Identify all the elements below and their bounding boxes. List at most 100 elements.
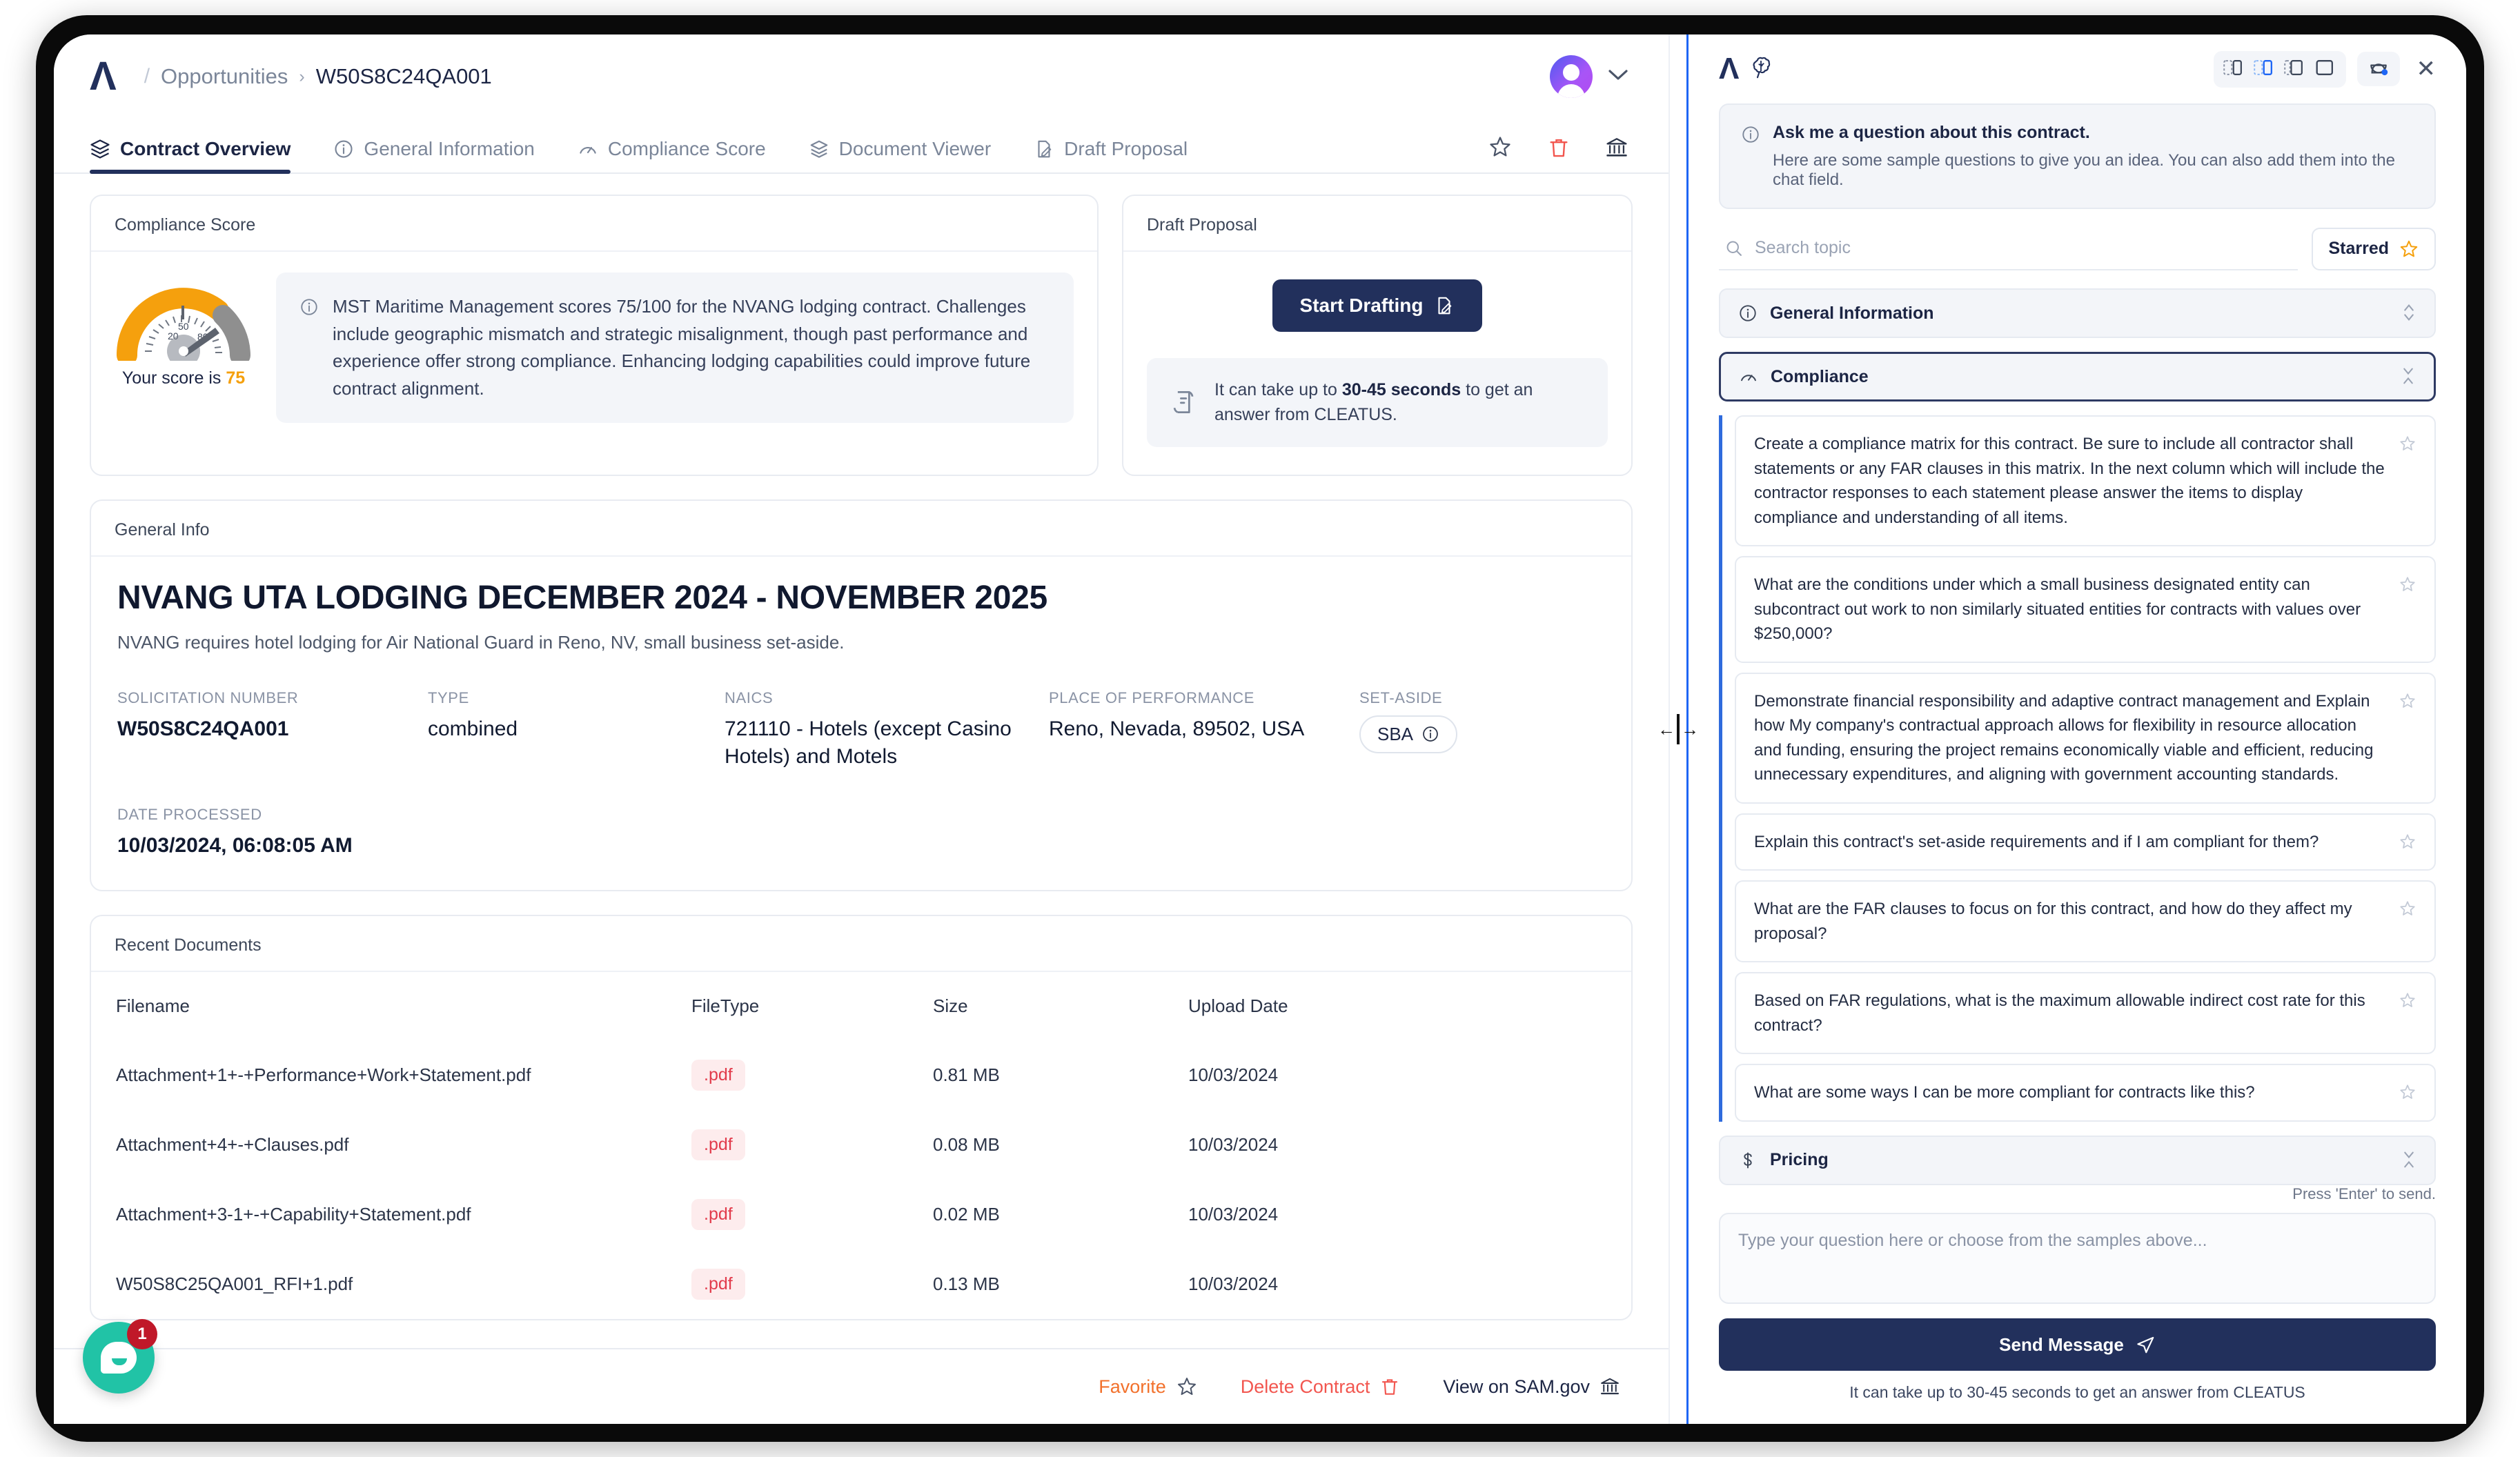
support-chat-widget[interactable]: 1 (83, 1319, 157, 1394)
accordion-pricing[interactable]: Pricing (1719, 1135, 2436, 1185)
arrow-right-icon: → (1681, 718, 1699, 740)
compliance-note: MST Maritime Management scores 75/100 fo… (276, 272, 1074, 424)
card-title: General Info (91, 501, 1631, 557)
app-content-scroll: Compliance Score 20 50 80 Your score is … (54, 174, 1668, 1348)
gauge-caption: Your score is 75 (115, 368, 253, 388)
chat-bubble-icon (101, 1342, 137, 1374)
star-icon (2400, 901, 2415, 916)
tab-contract-overview[interactable]: Contract Overview (90, 138, 291, 174)
question-item[interactable]: Explain this contract's set-aside requir… (1735, 813, 2436, 871)
ask-title: Ask me a question about this contract. (1773, 123, 2090, 142)
compliance-score-card: Compliance Score 20 50 80 Your score is … (90, 195, 1099, 476)
hint-bold: 30-45 seconds (1341, 380, 1461, 399)
cell-filename: Attachment+1+-+Performance+Work+Statemen… (116, 1064, 531, 1085)
resize-arrows-icon: ← → (1657, 714, 1699, 744)
status-badge[interactable]: SBA (1359, 715, 1458, 753)
chat-unread-badge: 1 (127, 1319, 157, 1349)
gauge-score-value: 75 (226, 368, 246, 388)
close-icon[interactable]: ✕ (2416, 57, 2437, 81)
breadcrumb-current: W50S8C24QA001 (315, 64, 492, 88)
table-row[interactable]: Attachment+1+-+Performance+Work+Statemen… (91, 1040, 1631, 1110)
field-type: TYPE combined (428, 689, 718, 771)
star-icon (2400, 1084, 2415, 1100)
question-item[interactable]: Based on FAR regulations, what is the ma… (1735, 972, 2436, 1055)
field-date-processed: DATE PROCESSED 10/03/2024, 06:08:05 AM (117, 806, 421, 860)
search-input[interactable] (1755, 238, 2293, 258)
tab-label: Contract Overview (120, 138, 291, 159)
cell-filetype: .pdf (691, 1040, 933, 1110)
layout-full-icon[interactable] (2314, 57, 2336, 81)
layers-icon (810, 140, 827, 158)
question-item[interactable]: Create a compliance matrix for this cont… (1735, 415, 2436, 547)
delete-contract-button[interactable]: Delete Contract (1241, 1376, 1401, 1398)
accordion-general-information[interactable]: General Information (1719, 288, 2436, 338)
topic-accordion-list: General Information Compliance Create a … (1719, 288, 2436, 1185)
view-on-sam-button[interactable]: View on SAM.gov (1443, 1376, 1620, 1398)
bank-sam-icon[interactable] (1605, 136, 1628, 172)
table-row[interactable]: Attachment+3-1+-+Capability+Statement.pd… (91, 1180, 1631, 1249)
question-item[interactable]: What are the FAR clauses to focus on for… (1735, 880, 2436, 963)
field-label: SET-ASIDE (1359, 688, 1443, 706)
breadcrumb-separator: / (144, 65, 150, 88)
tab-label: Document Viewer (838, 138, 992, 159)
layout-left-collapsed-icon[interactable] (2223, 57, 2245, 81)
delete-trash-icon[interactable] (1547, 136, 1571, 172)
brain-icon (1747, 54, 1775, 85)
table-row[interactable]: Attachment+4+-+Clauses.pdf .pdf 0.08 MB … (91, 1110, 1631, 1180)
start-drafting-button[interactable]: Start Drafting (1272, 279, 1483, 332)
chevron-collapse-icon (2401, 1149, 2416, 1171)
column-header-filename: Filename (116, 995, 190, 1016)
compliance-question-list: Create a compliance matrix for this cont… (1719, 415, 2436, 1122)
column-header-filetype: FileType (691, 995, 760, 1016)
tab-compliance-score[interactable]: Compliance Score (578, 138, 766, 172)
top-cards-row: Compliance Score 20 50 80 Your score is … (90, 195, 1633, 499)
tab-general-information[interactable]: General Information (333, 138, 535, 172)
document-edit-icon (1038, 140, 1052, 158)
page-title: NVANG UTA LODGING DECEMBER 2024 - NOVEMB… (117, 579, 1047, 616)
tab-document-viewer[interactable]: Document Viewer (809, 138, 991, 172)
avatar[interactable] (1550, 55, 1593, 98)
filetype-badge: .pdf (691, 1129, 745, 1160)
favorite-star-icon[interactable] (1488, 135, 1513, 172)
starred-filter-button[interactable]: Starred (2312, 227, 2436, 270)
question-item[interactable]: What are the conditions under which a sm… (1735, 556, 2436, 663)
question-text: Create a compliance matrix for this cont… (1754, 435, 2385, 527)
chevron-down-icon[interactable] (1608, 67, 1628, 86)
star-icon (2400, 436, 2415, 450)
accordion-label: Pricing (1770, 1150, 1829, 1170)
question-item[interactable]: Demonstrate financial responsibility and… (1735, 672, 2436, 804)
app-screen: Λ / Opportunities › W50S8C24QA001 Contra… (54, 34, 2466, 1424)
table-row[interactable]: W50S8C25QA001_RFI+1.pdf .pdf 0.13 MB 10/… (91, 1249, 1631, 1319)
panel-resize-handle[interactable]: ← → (1657, 34, 1699, 1424)
question-text: What are the conditions under which a sm… (1754, 575, 2361, 644)
field-value: 721110 - Hotels (except Casino Hotels) a… (725, 717, 1012, 769)
start-drafting-label: Start Drafting (1299, 295, 1424, 316)
layout-right-collapsed-icon[interactable] (2283, 57, 2306, 81)
document-edit-icon (1438, 297, 1452, 315)
layout-split-active-icon[interactable] (2253, 57, 2276, 81)
cell-upload-date: 10/03/2024 (1188, 1273, 1279, 1294)
info-circle-icon (335, 140, 353, 158)
hint-prefix: It can take up to (1214, 380, 1342, 399)
gauge-icon (580, 147, 596, 154)
favorite-button[interactable]: Favorite (1099, 1376, 1198, 1398)
info-circle-icon (1423, 726, 1438, 742)
tab-label: Compliance Score (607, 138, 766, 159)
search-topic-field[interactable] (1719, 227, 2298, 270)
filetype-badge: .pdf (691, 1060, 745, 1091)
question-item[interactable]: What are some ways I can be more complia… (1735, 1064, 2436, 1122)
tab-bar: Contract Overview General Information Co… (54, 119, 1668, 174)
tab-draft-proposal[interactable]: Draft Proposal (1034, 138, 1188, 172)
breadcrumb-opportunities-link[interactable]: Opportunities (161, 64, 288, 89)
notification-bell-icon[interactable] (2356, 52, 2400, 86)
field-place-of-performance: PLACE OF PERFORMANCE Reno, Nevada, 89502… (1049, 689, 1352, 771)
field-set-aside: SET-ASIDE SBA (1359, 689, 1605, 771)
send-label: Send Message (1999, 1334, 2124, 1355)
general-info-grid-secondary: DATE PROCESSED 10/03/2024, 06:08:05 AM (117, 806, 1605, 860)
search-row: Starred (1719, 227, 2436, 270)
question-text: What are the FAR clauses to focus on for… (1754, 900, 2352, 943)
app-logo-icon[interactable]: Λ (90, 57, 117, 97)
send-message-button[interactable]: Send Message (1719, 1318, 2436, 1371)
accordion-compliance[interactable]: Compliance (1719, 352, 2436, 402)
chat-input[interactable] (1719, 1213, 2436, 1304)
